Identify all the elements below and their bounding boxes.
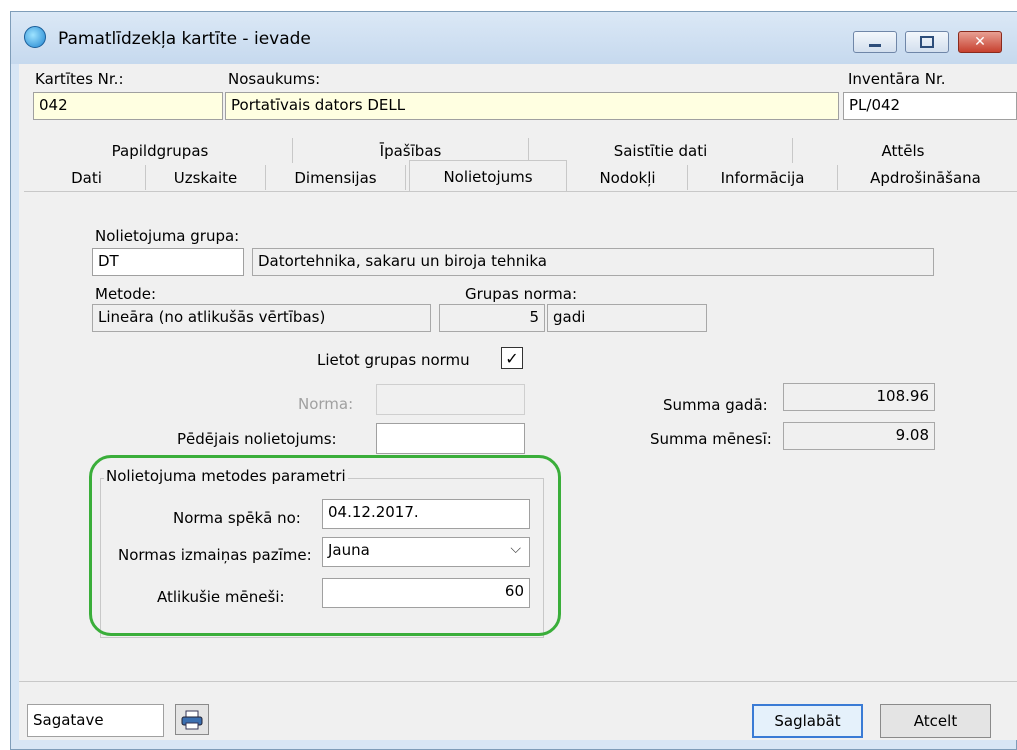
card-no-field[interactable]: 042 (33, 92, 223, 120)
status-field: Sagatave (27, 704, 164, 737)
window-title: Pamatlīdzekļa kartīte - ievade (58, 29, 311, 49)
tab-nodokli[interactable]: Nodokļi (568, 165, 688, 190)
method-field: Lineāra (no atlikušās vērtības) (92, 304, 431, 332)
remaining-field[interactable]: 60 (322, 578, 530, 608)
group-norm-value: 5 (439, 304, 545, 332)
maximize-button[interactable] (905, 31, 949, 53)
depr-group-code-field[interactable]: DT (92, 248, 244, 276)
card-no-label: Kartītes Nr.: (35, 70, 124, 88)
method-label: Metode: (95, 285, 157, 303)
maximize-icon (920, 36, 934, 48)
change-select[interactable]: Jauna ⌵ (322, 537, 530, 567)
print-button[interactable] (175, 704, 209, 735)
close-button[interactable]: ✕ (958, 31, 1002, 53)
params-legend: Nolietojuma metodes parametri (104, 467, 348, 485)
norm-label: Norma: (298, 395, 354, 413)
tab-apdrosinasana[interactable]: Apdrošināšana (838, 165, 1013, 190)
inventory-label: Inventāra Nr. (848, 70, 946, 88)
name-label: Nosaukums: (228, 70, 321, 88)
sum-month-field: 9.08 (783, 422, 935, 450)
tab-nolietojums[interactable]: Nolietojums (409, 160, 567, 192)
change-label: Normas izmaiņas pazīme: (118, 546, 312, 564)
depr-group-name-field: Datortehnika, sakaru un biroja tehnika (252, 248, 934, 276)
last-depr-field[interactable] (376, 423, 525, 454)
sum-month-label: Summa mēnesī: (650, 430, 772, 448)
depr-group-label: Nolietojuma grupa: (95, 227, 240, 245)
chevron-down-icon: ⌵ (510, 541, 521, 557)
norm-field (376, 384, 525, 415)
app-icon (24, 26, 46, 48)
tab-papildgrupas[interactable]: Papildgrupas (28, 138, 293, 163)
close-icon: ✕ (974, 34, 986, 50)
sum-year-field: 108.96 (783, 383, 935, 411)
inventory-field[interactable]: PL/042 (843, 92, 1017, 120)
change-select-value: Jauna (328, 541, 370, 559)
save-button[interactable]: Saglabāt (752, 704, 863, 738)
use-group-norm-checkbox[interactable]: ✓ (501, 347, 523, 369)
use-group-norm-label: Lietot grupas normu (317, 351, 470, 369)
tab-saistitie-dati[interactable]: Saistītie dati (529, 138, 793, 163)
tab-attels[interactable]: Attēls (793, 138, 1013, 163)
footer-divider (19, 681, 1017, 682)
tab-uzskaite[interactable]: Uzskaite (146, 165, 266, 190)
norm-from-label: Norma spēkā no: (173, 509, 301, 527)
printer-icon (181, 710, 203, 729)
minimize-icon (869, 43, 881, 47)
minimize-button[interactable] (853, 31, 897, 53)
checkmark-icon: ✓ (505, 348, 519, 368)
tab-dimensijas[interactable]: Dimensijas (266, 165, 406, 190)
last-depr-label: Pēdējais nolietojums: (177, 430, 337, 448)
remaining-label: Atlikušie mēneši: (157, 588, 285, 606)
cancel-button[interactable]: Atcelt (880, 704, 991, 738)
tab-informacija[interactable]: Informācija (688, 165, 838, 190)
name-field[interactable]: Portatīvais dators DELL (225, 92, 839, 120)
sum-year-label: Summa gadā: (663, 396, 768, 414)
norm-from-field[interactable]: 04.12.2017. (322, 499, 530, 529)
group-norm-unit: gadi (547, 304, 707, 332)
tab-dati[interactable]: Dati (28, 165, 146, 190)
group-norm-label: Grupas norma: (465, 285, 578, 303)
